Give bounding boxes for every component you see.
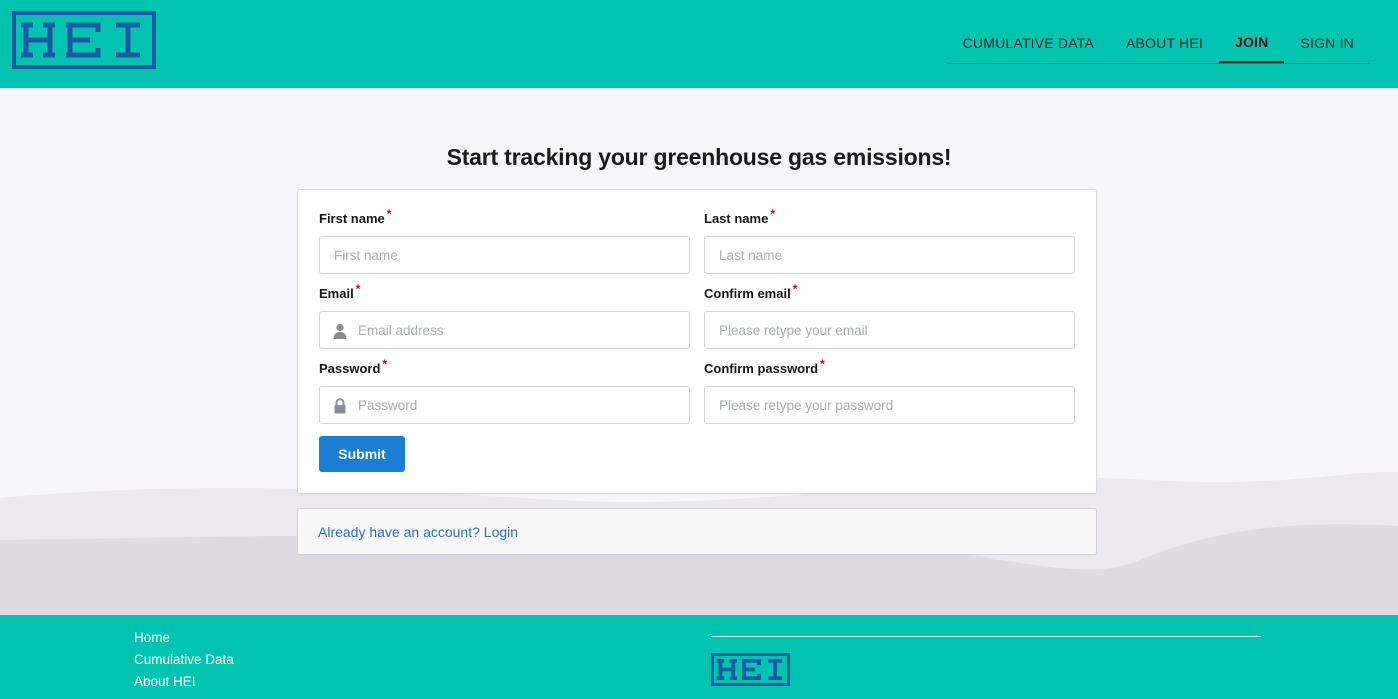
hei-logo-mark (21, 22, 140, 58)
password-input[interactable] (320, 387, 689, 423)
site-header: CUMULATIVE DATA ABOUT HEI JOIN SIGN IN (0, 0, 1398, 88)
nav-join[interactable]: JOIN (1218, 22, 1285, 63)
required-mark: * (355, 281, 361, 296)
required-mark: * (792, 281, 798, 296)
email-group: Email * (319, 283, 690, 349)
footer-link-home[interactable]: Home (134, 627, 234, 649)
required-mark: * (386, 206, 392, 221)
required-mark: * (382, 356, 388, 371)
main-nav: CUMULATIVE DATA ABOUT HEI JOIN SIGN IN (946, 22, 1370, 64)
footer-hei-logo-mark (716, 658, 783, 681)
login-prompt-box: Already have an account? Login (297, 508, 1097, 555)
confirm-email-field-box (704, 311, 1075, 349)
password-label: Password * (319, 356, 388, 376)
email-label: Email * (319, 281, 361, 301)
footer-links: Home Cumulative Data About HEI (134, 627, 234, 693)
footer-link-about-hei[interactable]: About HEI (134, 671, 234, 693)
footer-link-cumulative-data[interactable]: Cumulative Data (134, 649, 234, 671)
nav-sign-in[interactable]: SIGN IN (1284, 22, 1370, 63)
email-field-box (319, 311, 690, 349)
first-name-field-box (319, 236, 690, 274)
required-mark: * (770, 206, 775, 221)
site-footer: Home Cumulative Data About HEI (0, 615, 1398, 699)
password-group: Password * (319, 358, 690, 424)
last-name-field-box (704, 236, 1075, 274)
confirm-email-input[interactable] (705, 312, 1074, 348)
page-title: Start tracking your greenhouse gas emiss… (446, 144, 952, 170)
confirm-password-field-box (704, 386, 1075, 424)
password-field-box (319, 386, 690, 424)
footer-divider (711, 636, 1261, 637)
email-input[interactable] (320, 312, 689, 348)
signup-form-card: First name* Last name* Email* Confirm em… (297, 189, 1097, 494)
first-name-input[interactable] (320, 237, 689, 273)
required-mark: * (820, 356, 825, 371)
last-name-input[interactable] (705, 237, 1074, 273)
nav-about-hei[interactable]: ABOUT HEI (1110, 22, 1219, 63)
confirm-password-label: Confirm password * (704, 356, 825, 376)
confirm-password-input[interactable] (705, 387, 1074, 423)
confirm-email-group: Confirm email * (704, 283, 1075, 349)
lock-icon (334, 398, 346, 414)
user-icon (333, 323, 347, 339)
nav-cumulative-data[interactable]: CUMULATIVE DATA (947, 22, 1110, 63)
first-name-label: First name * (319, 206, 392, 226)
submit-button[interactable]: Submit (319, 436, 405, 472)
confirm-password-group: Confirm password * (704, 358, 1075, 424)
confirm-email-label: Confirm email * (704, 281, 798, 301)
last-name-group: Last name * (704, 208, 1075, 274)
last-name-label: Last name * (704, 206, 775, 226)
hei-logo[interactable] (12, 11, 156, 69)
first-name-group: First name * (319, 208, 690, 274)
footer-hei-logo[interactable] (711, 653, 790, 686)
login-link[interactable]: Already have an account? Login (318, 509, 518, 555)
